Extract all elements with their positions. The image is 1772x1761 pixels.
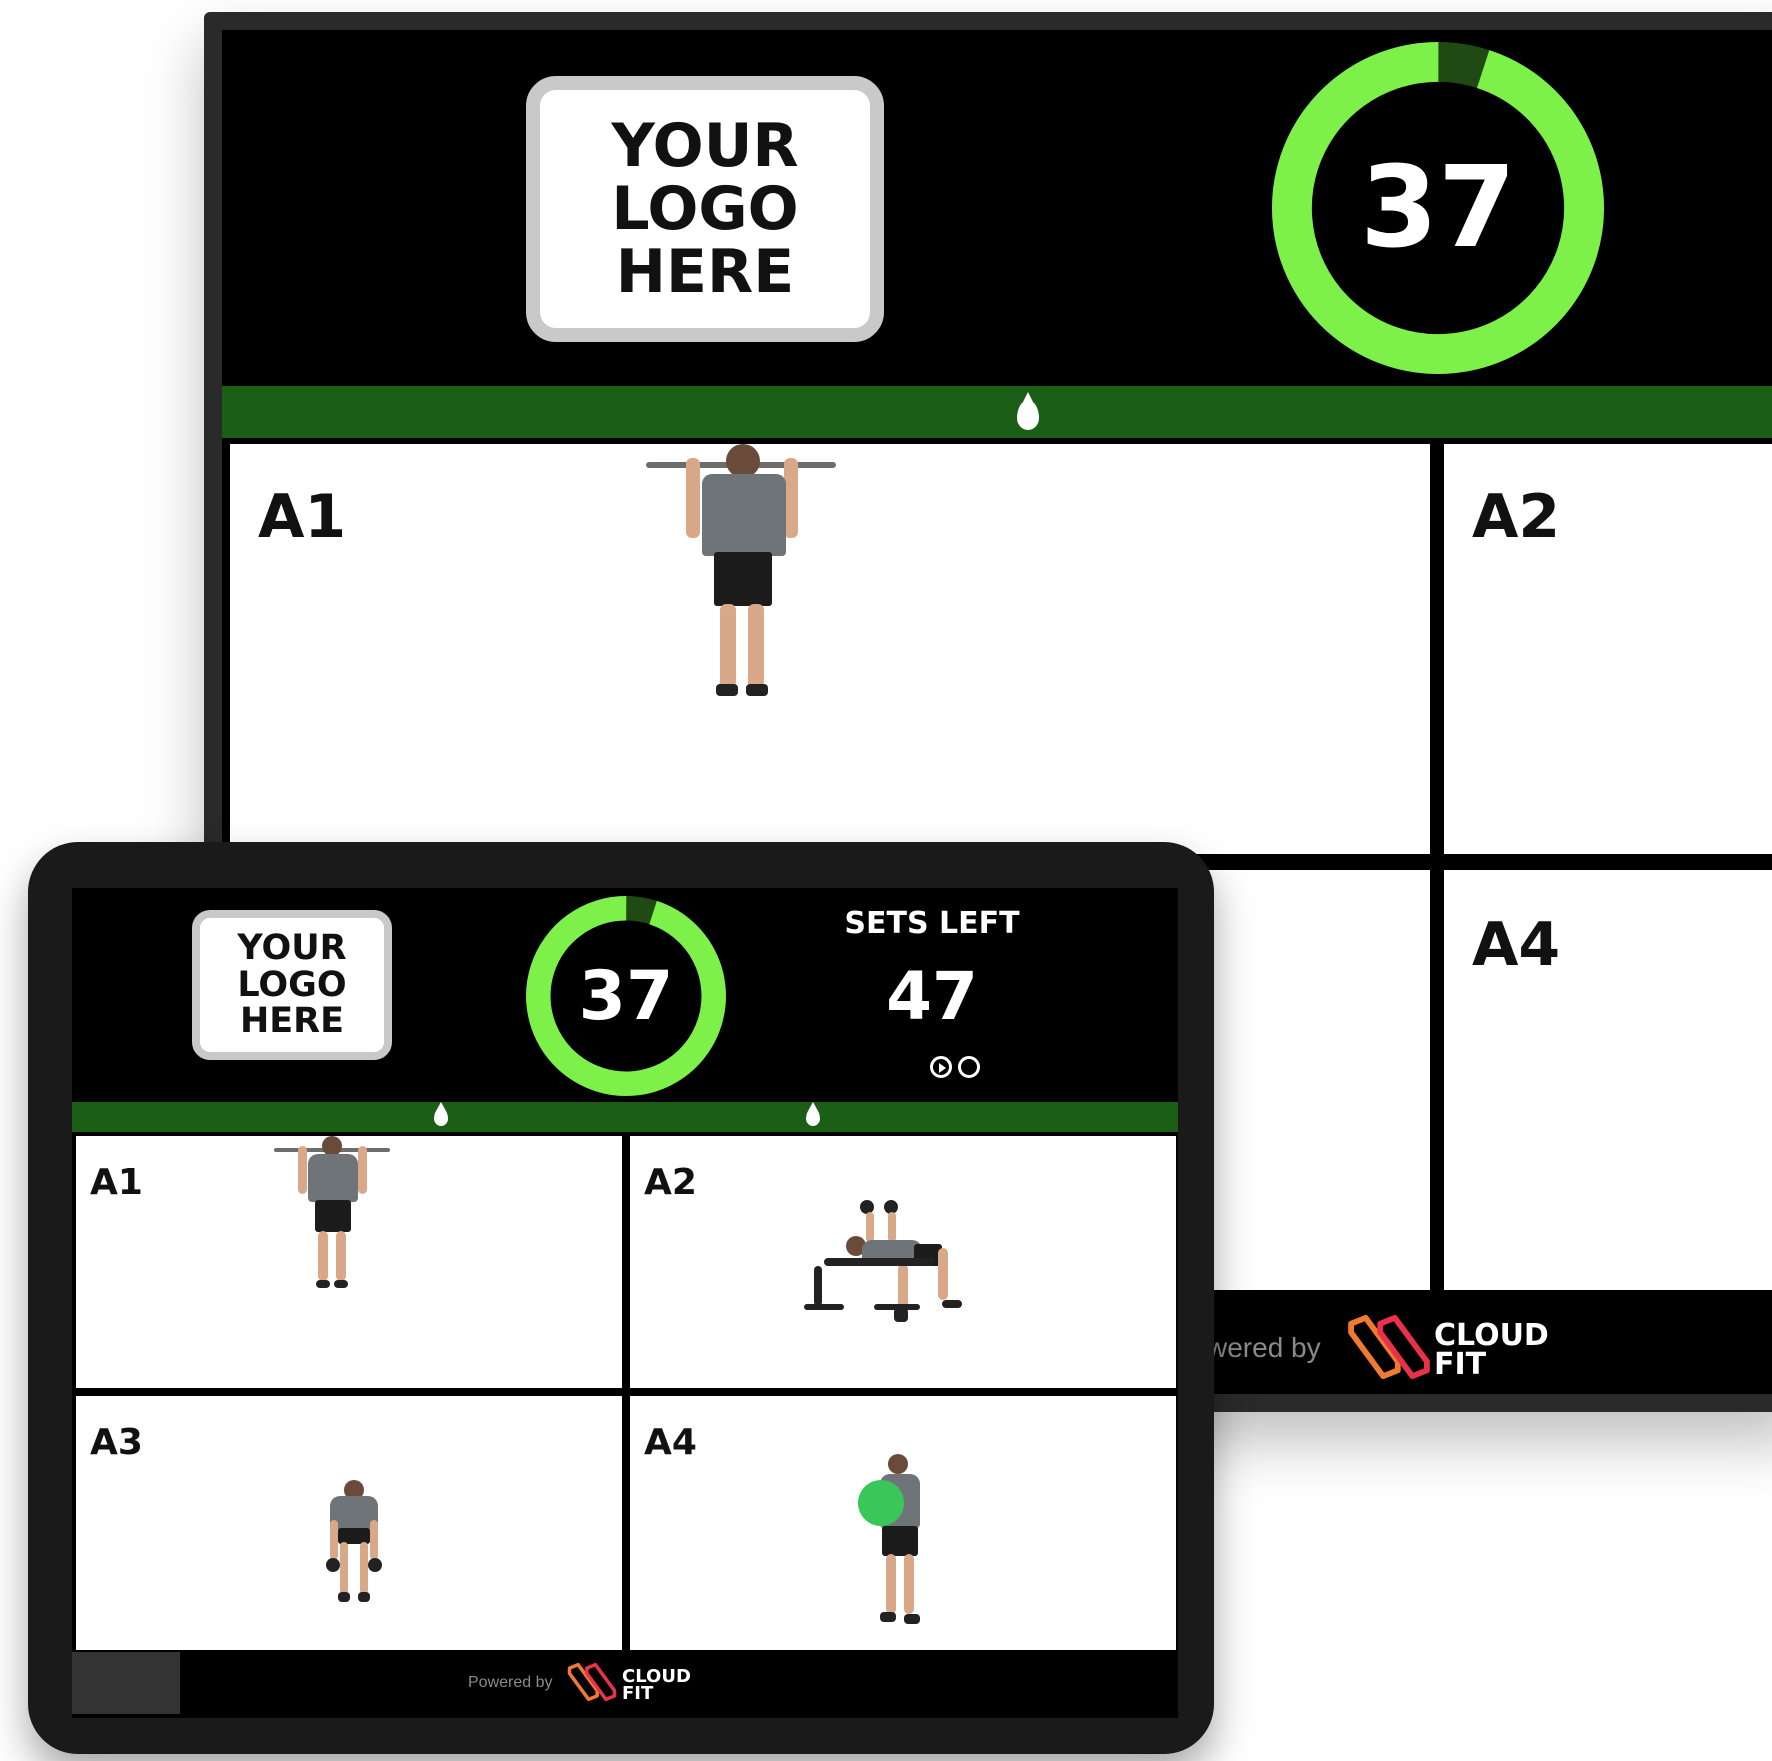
tablet-timer-ring: 37 — [524, 894, 728, 1098]
timer-value: 37 — [578, 956, 674, 1036]
water-drop-icon — [1017, 392, 1039, 430]
exercise-tile-a1[interactable]: A1 — [230, 444, 1430, 854]
brand-line: FIT — [1434, 1346, 1487, 1382]
exercise-tile-a4[interactable]: A4 — [1444, 870, 1772, 1290]
exercise-tile-a4[interactable]: A4 — [630, 1396, 1176, 1650]
dumbbell-row-figure — [324, 1480, 384, 1610]
exercise-tile-a1[interactable]: A1 — [76, 1136, 622, 1388]
cloudfit-logo-icon — [567, 1662, 617, 1702]
cloudfit-logo-icon — [1348, 1314, 1430, 1380]
pullup-figure — [646, 444, 846, 714]
tablet-logo-placeholder: YOUR LOGO HERE — [192, 910, 392, 1060]
powered-by-text: Powered by — [468, 1674, 553, 1691]
cloudfit-brand: CLOUD FIT — [1434, 1321, 1549, 1382]
water-drop-icon — [434, 1102, 448, 1126]
tile-label: A1 — [90, 1162, 143, 1203]
tv-logo-placeholder: YOUR LOGO HERE — [526, 76, 884, 342]
logo-line: YOUR — [237, 927, 347, 968]
brand-line: FIT — [622, 1683, 654, 1705]
tablet-screen: YOUR LOGO HERE 37 SETS LEFT 47 A1 A2 A3 … — [72, 888, 1178, 1718]
tv-timer-ring: 37 — [1272, 42, 1604, 374]
timer-value: 37 — [1360, 143, 1516, 273]
tv-progress-band — [222, 386, 1772, 438]
sets-left-label: SETS LEFT — [844, 906, 1020, 941]
playback-controls — [930, 1056, 980, 1078]
tile-label: A2 — [644, 1162, 697, 1203]
tile-label: A2 — [1472, 482, 1561, 552]
logo-line: LOGO — [237, 964, 347, 1005]
exercise-tile-a2[interactable]: A2 — [1444, 444, 1772, 854]
sets-left-value: 47 — [886, 958, 978, 1035]
tablet-footer: Powered by CLOUD FIT — [72, 1652, 1178, 1718]
water-drop-icon — [806, 1102, 820, 1126]
cloudfit-brand: CLOUD FIT — [622, 1667, 691, 1705]
logo-line: LOGO — [611, 173, 799, 244]
logo-line: YOUR — [611, 110, 799, 181]
bench-press-figure — [804, 1200, 984, 1340]
footer-thumbnail — [72, 1652, 180, 1714]
logo-line: HERE — [239, 1001, 345, 1042]
tile-label: A4 — [1472, 910, 1561, 980]
exercise-tile-a3[interactable]: A3 — [76, 1396, 622, 1650]
powered-by-text: wered by — [1207, 1332, 1321, 1363]
logo-line: HERE — [615, 236, 795, 307]
play-circle-icon[interactable] — [930, 1056, 952, 1078]
weight-plate — [858, 1480, 904, 1526]
circle-icon[interactable] — [958, 1056, 980, 1078]
tile-label: A4 — [644, 1422, 697, 1463]
tile-label: A1 — [258, 482, 347, 552]
tablet-progress-band — [72, 1102, 1178, 1132]
tile-label: A3 — [90, 1422, 143, 1463]
pullup-figure — [274, 1136, 394, 1296]
tv-header: YOUR LOGO HERE 37 — [222, 30, 1772, 386]
plate-curl-figure — [858, 1454, 928, 1634]
exercise-tile-a2[interactable]: A2 — [630, 1136, 1176, 1388]
